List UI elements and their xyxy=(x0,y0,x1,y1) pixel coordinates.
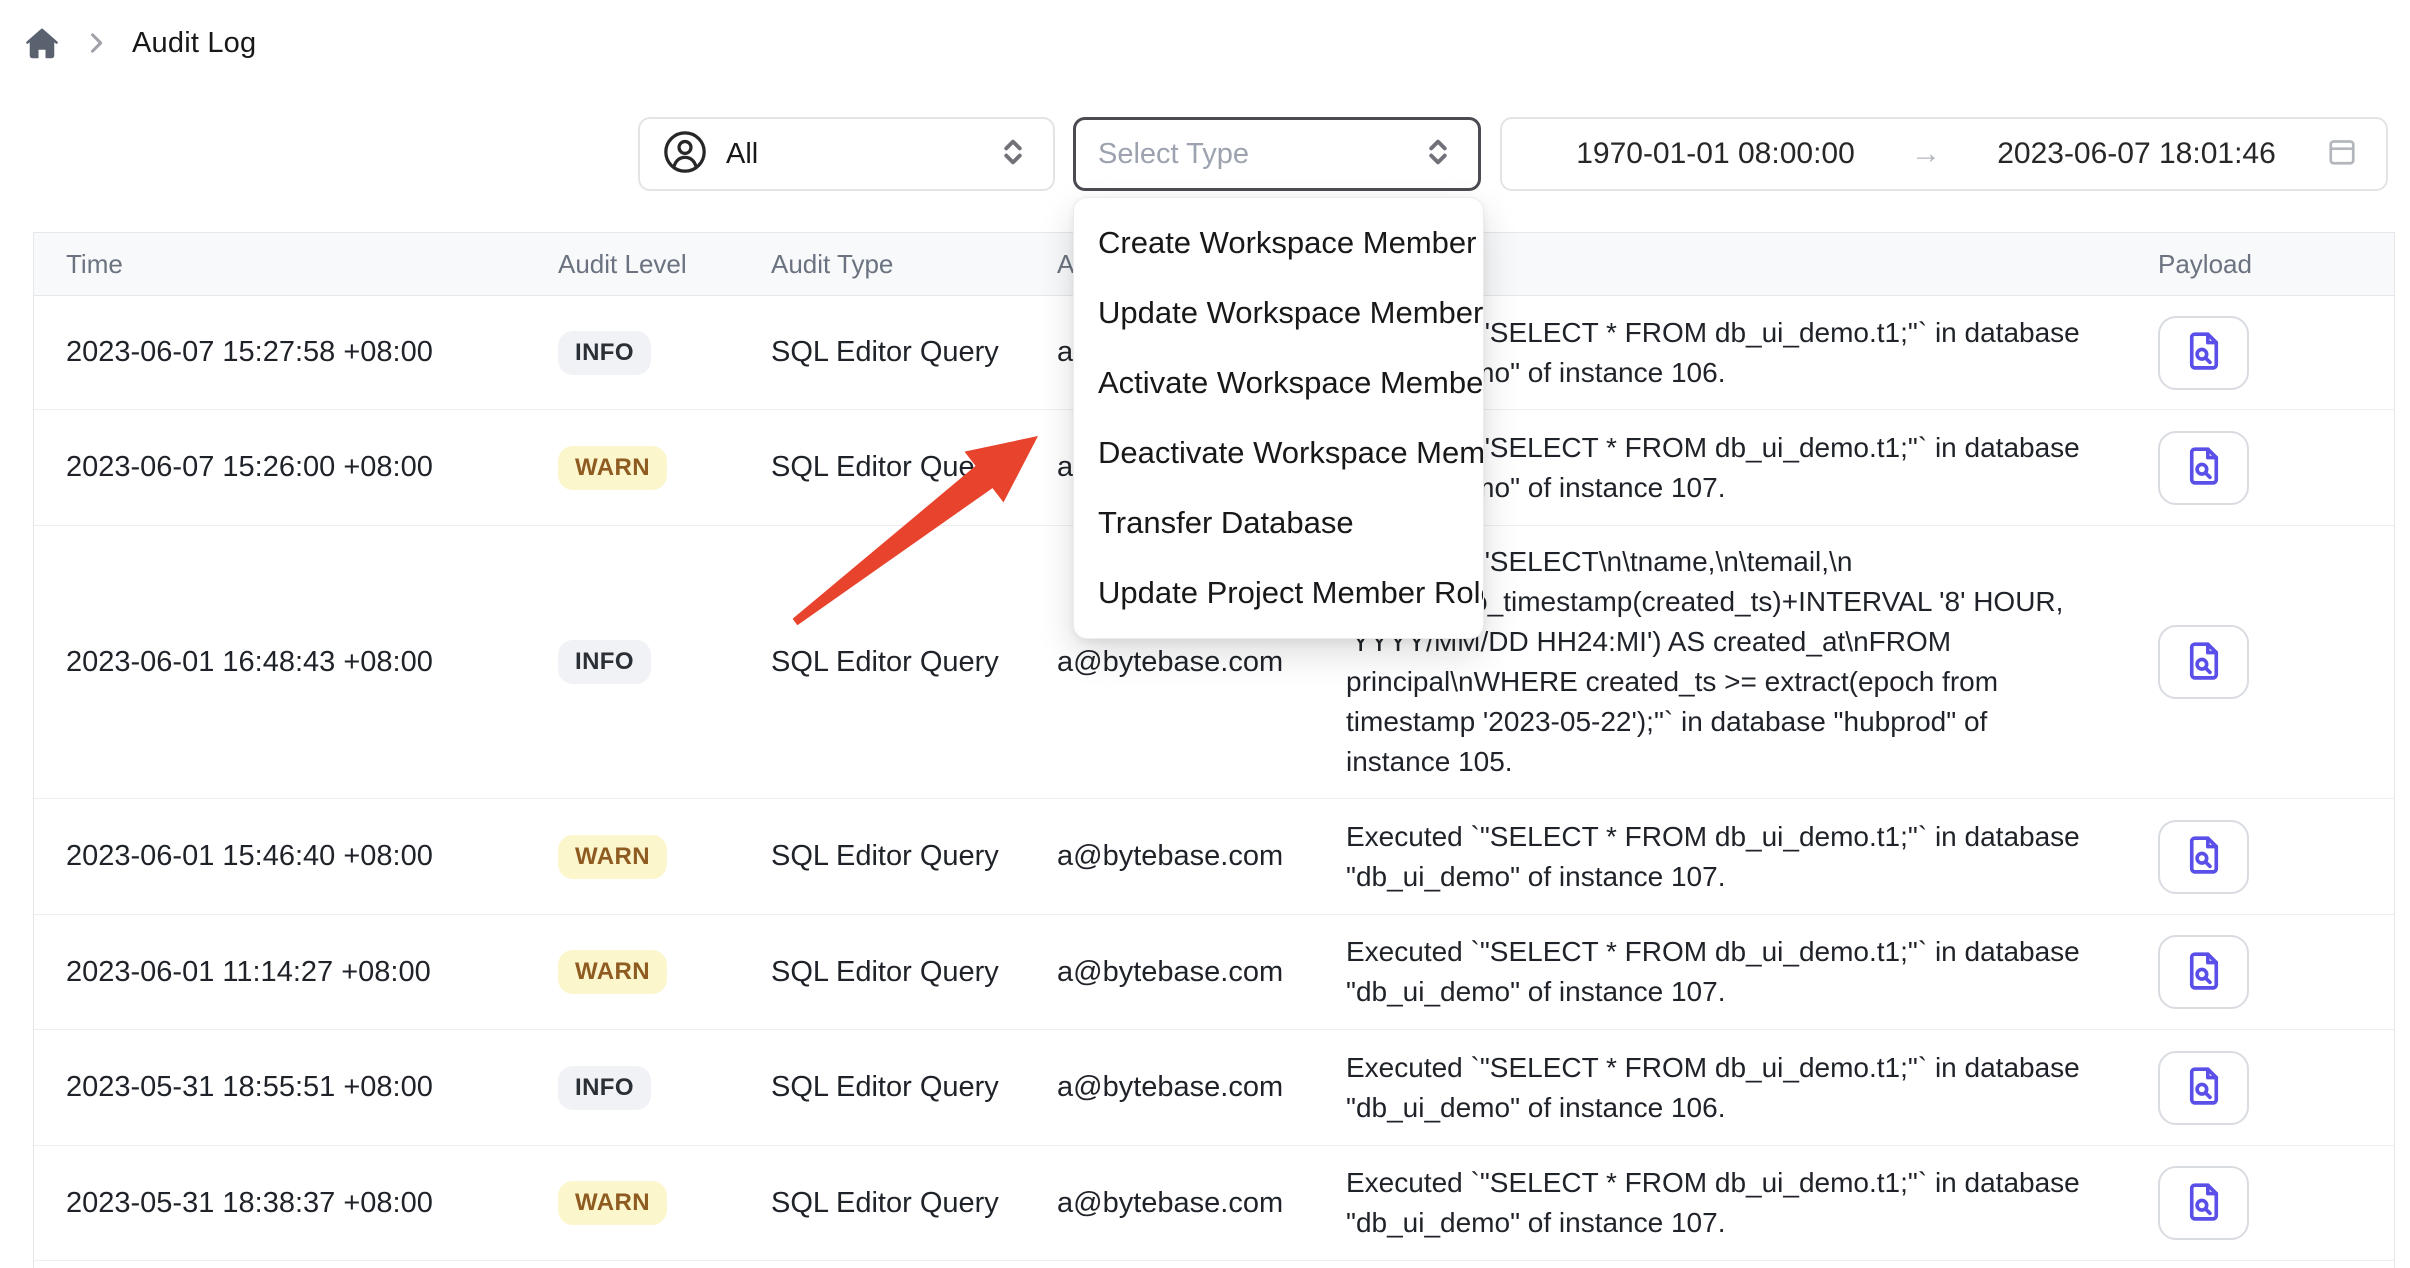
payload-view-button[interactable] xyxy=(2158,935,2249,1009)
chevron-up-down-icon xyxy=(995,134,1031,175)
row-comment: Executed `"SELECT * FROM db_ui_demo.t1;"… xyxy=(1346,817,2126,897)
row-actor: a@bytebase.com xyxy=(1057,1187,1346,1220)
row-audit-level: WARN xyxy=(558,835,771,879)
menu-item-update-workspace-member[interactable]: Update Workspace Member xyxy=(1074,278,1483,348)
row-audit-type: SQL Editor Query xyxy=(771,840,1057,873)
row-comment: Executed `"SELECT * FROM db_ui_demo.t1;"… xyxy=(1346,1163,2126,1243)
menu-item-deactivate-workspace-member[interactable]: Deactivate Workspace Member xyxy=(1074,418,1483,488)
row-actor: a@bytebase.com xyxy=(1057,956,1346,989)
row-actor: a@bytebase.com xyxy=(1057,840,1346,873)
row-time: 2023-06-01 11:14:27 +08:00 xyxy=(34,956,558,989)
payload-view-button[interactable] xyxy=(2158,625,2249,699)
audit-level-badge: INFO xyxy=(558,331,651,375)
payload-view-button[interactable] xyxy=(2158,1166,2249,1240)
audit-level-badge: WARN xyxy=(558,1181,667,1225)
column-header-audit-level: Audit Level xyxy=(558,249,771,280)
row-audit-type: SQL Editor Query xyxy=(771,646,1057,679)
column-header-payload: Payload xyxy=(2126,249,2396,280)
payload-view-button[interactable] xyxy=(2158,431,2249,505)
row-audit-level: WARN xyxy=(558,446,771,490)
row-audit-level: INFO xyxy=(558,331,771,375)
menu-item-activate-workspace-member[interactable]: Activate Workspace Member xyxy=(1074,348,1483,418)
row-audit-level: WARN xyxy=(558,1181,771,1225)
breadcrumb-chevron-icon xyxy=(82,28,112,58)
date-range-start[interactable]: 1970-01-01 08:00:00 xyxy=(1528,137,1903,171)
type-filter-select[interactable]: Select Type xyxy=(1073,117,1481,191)
chevron-up-down-icon xyxy=(1420,134,1456,175)
menu-item-create-workspace-member[interactable]: Create Workspace Member xyxy=(1074,208,1483,278)
row-audit-type: SQL Editor Query xyxy=(771,336,1057,369)
document-search-icon xyxy=(2181,327,2227,378)
row-time: 2023-06-01 15:46:40 +08:00 xyxy=(34,840,558,873)
date-range-end[interactable]: 2023-06-07 18:01:46 xyxy=(1949,137,2324,171)
home-icon[interactable] xyxy=(22,24,62,62)
document-search-icon xyxy=(2181,442,2227,493)
document-search-icon xyxy=(2181,637,2227,688)
row-comment: Executed `"SELECT * FROM db_ui_demo.t1;"… xyxy=(1346,932,2126,1012)
row-time: 2023-05-31 18:55:51 +08:00 xyxy=(34,1071,558,1104)
document-search-icon xyxy=(2181,1062,2227,1113)
row-time: 2023-05-31 18:38:37 +08:00 xyxy=(34,1187,558,1220)
actor-filter-value: All xyxy=(726,138,977,171)
row-audit-level: INFO xyxy=(558,640,771,684)
row-audit-level: WARN xyxy=(558,950,771,994)
row-actor: a@bytebase.com xyxy=(1057,646,1346,679)
type-dropdown-menu: Create Workspace Member Update Workspace… xyxy=(1073,197,1484,639)
row-audit-type: SQL Editor Query xyxy=(771,1071,1057,1104)
document-search-icon xyxy=(2181,831,2227,882)
table-row: 2023-06-01 11:14:27 +08:00 WARN SQL Edit… xyxy=(34,915,2394,1030)
row-time: 2023-06-07 15:26:00 +08:00 xyxy=(34,451,558,484)
document-search-icon xyxy=(2181,1178,2227,1229)
menu-item-update-project-member-role[interactable]: Update Project Member Role xyxy=(1074,558,1483,628)
actor-filter-select[interactable]: All xyxy=(638,117,1055,191)
date-range-picker[interactable]: 1970-01-01 08:00:00 → 2023-06-07 18:01:4… xyxy=(1500,117,2388,191)
breadcrumb: Audit Log xyxy=(22,24,256,62)
payload-view-button[interactable] xyxy=(2158,820,2249,894)
audit-level-badge: WARN xyxy=(558,446,667,490)
row-comment: Executed `"SELECT * FROM db_ui_demo.t1;"… xyxy=(1346,1048,2126,1128)
table-row: 2023-05-31 18:55:51 +08:00 INFO SQL Edit… xyxy=(34,1030,2394,1146)
menu-item-transfer-database[interactable]: Transfer Database xyxy=(1074,488,1483,558)
payload-view-button[interactable] xyxy=(2158,316,2249,390)
audit-level-badge: INFO xyxy=(558,1066,651,1110)
audit-level-badge: INFO xyxy=(558,640,651,684)
row-actor: a@bytebase.com xyxy=(1057,1071,1346,1104)
date-range-arrow-icon: → xyxy=(1903,137,1949,171)
payload-view-button[interactable] xyxy=(2158,1051,2249,1125)
table-row: 2023-06-01 15:46:40 +08:00 WARN SQL Edit… xyxy=(34,799,2394,915)
calendar-icon xyxy=(2324,134,2360,175)
row-audit-type: SQL Editor Query xyxy=(771,1187,1057,1220)
row-audit-level: INFO xyxy=(558,1066,771,1110)
row-time: 2023-06-01 16:48:43 +08:00 xyxy=(34,646,558,679)
audit-level-badge: WARN xyxy=(558,950,667,994)
audit-level-badge: WARN xyxy=(558,835,667,879)
table-row: 2023-05-31 18:38:37 +08:00 WARN SQL Edit… xyxy=(34,1146,2394,1261)
person-icon xyxy=(662,129,708,180)
page-title: Audit Log xyxy=(132,27,256,60)
row-audit-type: SQL Editor Query xyxy=(771,956,1057,989)
row-audit-type: SQL Editor Query xyxy=(771,451,1057,484)
row-time: 2023-06-07 15:27:58 +08:00 xyxy=(34,336,558,369)
column-header-time: Time xyxy=(34,249,558,280)
document-search-icon xyxy=(2181,947,2227,998)
column-header-audit-type: Audit Type xyxy=(771,249,1057,280)
type-filter-placeholder: Select Type xyxy=(1098,138,1420,171)
